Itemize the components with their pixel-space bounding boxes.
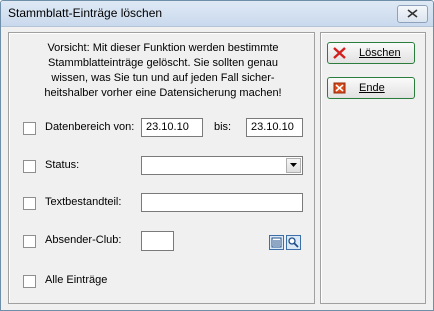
status-select[interactable]	[141, 156, 303, 175]
club-search-button[interactable]	[286, 235, 301, 250]
club-list-button[interactable]	[269, 235, 284, 250]
delete-button-label: Löschen	[359, 47, 401, 59]
alle-eintraege-label: Alle Einträge	[45, 274, 108, 286]
chevron-down-icon	[290, 163, 297, 167]
absender-club-input[interactable]	[141, 231, 174, 251]
search-icon	[288, 237, 299, 248]
warning-line: Vorsicht: Mit dieser Funktion werden bes…	[47, 42, 279, 54]
textbestandteil-input[interactable]	[141, 193, 303, 212]
date-to-label: bis:	[214, 121, 232, 133]
list-icon	[271, 237, 282, 248]
warning-line: heitshalber vorher eine Datensicherung m…	[44, 87, 282, 99]
warning-line: Stammblatteinträge gelöscht. Sie sollten…	[48, 57, 278, 69]
filter-panel: Vorsicht: Mit dieser Funktion werden bes…	[8, 32, 315, 304]
end-button[interactable]: Ende	[327, 77, 415, 99]
delete-button[interactable]: Löschen	[327, 42, 415, 64]
button-panel: Löschen Ende	[320, 32, 426, 304]
date-from-field[interactable]: 23.10.10	[141, 118, 203, 137]
end-button-label: Ende	[359, 82, 385, 94]
title-bar[interactable]: Stammblatt-Einträge löschen	[1, 1, 433, 27]
status-dropdown-button[interactable]	[286, 158, 301, 173]
warning-line: wissen, was Sie tun und auf jeden Fall s…	[51, 72, 275, 84]
date-to-field[interactable]: 23.10.10	[246, 118, 303, 137]
warning-text: Vorsicht: Mit dieser Funktion werden bes…	[18, 41, 308, 101]
red-x-icon	[333, 47, 346, 59]
window-title: Stammblatt-Einträge löschen	[8, 6, 163, 20]
alle-eintraege-checkbox[interactable]	[23, 275, 36, 288]
textbestandteil-label: Textbestandteil:	[45, 196, 122, 208]
status-label: Status:	[45, 159, 80, 171]
status-checkbox[interactable]	[23, 160, 36, 173]
datenbereich-checkbox[interactable]	[23, 122, 36, 135]
absender-club-checkbox[interactable]	[23, 235, 36, 248]
close-button[interactable]	[397, 5, 428, 23]
exit-icon	[333, 82, 346, 94]
textbestandteil-checkbox[interactable]	[23, 197, 36, 210]
dialog-window: Stammblatt-Einträge löschen Vorsicht: Mi…	[0, 0, 434, 311]
absender-club-label: Absender-Club:	[45, 234, 122, 246]
datenbereich-label: Datenbereich von:	[45, 121, 135, 133]
close-icon	[407, 9, 418, 18]
